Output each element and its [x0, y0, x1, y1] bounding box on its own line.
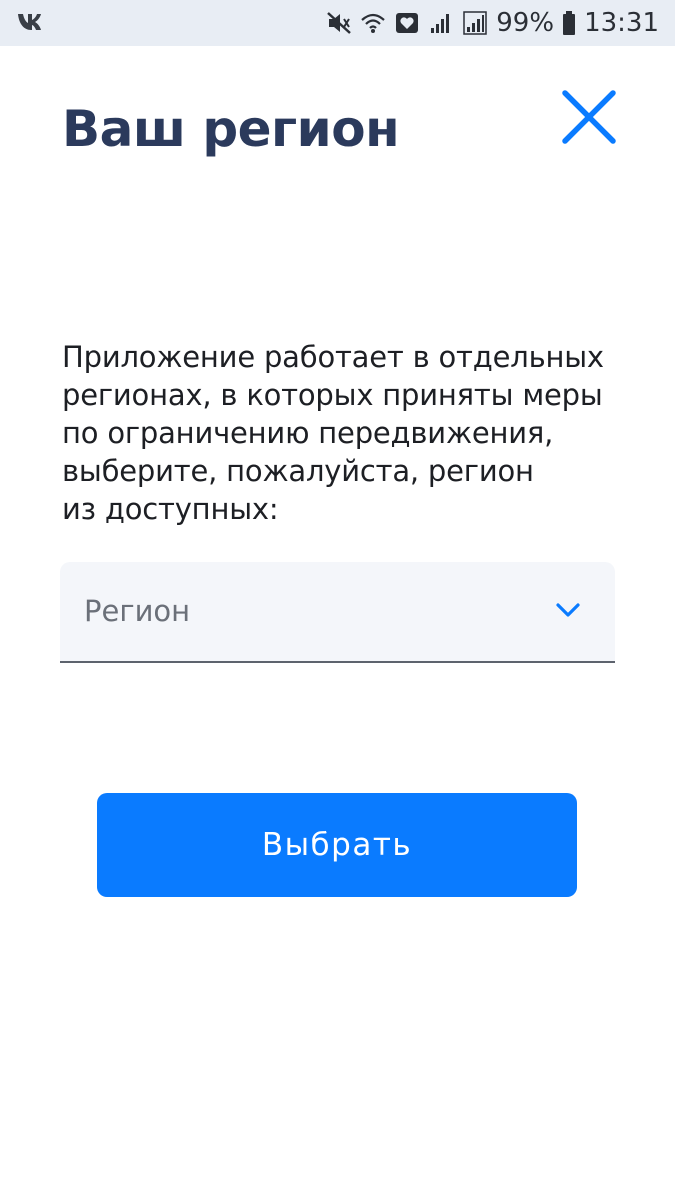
- region-select[interactable]: Регион: [60, 562, 615, 663]
- choose-button[interactable]: Выбрать: [97, 793, 577, 897]
- description-line: из доступных:: [62, 492, 279, 526]
- description-line: регионах, в которых приняты меры: [62, 378, 603, 412]
- description-line: Приложение работает в отдельных: [62, 340, 604, 374]
- description-line: по ограничению передвижения,: [62, 416, 554, 450]
- region-description: Приложение работает в отдельных регионах…: [62, 338, 622, 528]
- signal-icon: [428, 10, 454, 36]
- vk-icon: [16, 10, 46, 37]
- clock: 13:31: [584, 8, 659, 38]
- status-bar: 99% 13:31: [0, 0, 675, 46]
- wifi-icon: [360, 10, 386, 36]
- signal-icon: [462, 10, 488, 36]
- close-icon: [562, 90, 616, 144]
- chevron-down-icon: [556, 603, 580, 617]
- battery-percent: 99%: [496, 8, 555, 38]
- description-line: выберите, пожалуйста, регион: [62, 454, 534, 488]
- battery-icon: [562, 10, 576, 36]
- page-title: Ваш регион: [62, 100, 400, 158]
- mute-icon: [326, 10, 352, 36]
- close-button[interactable]: [560, 88, 618, 146]
- status-icons: 99% 13:31: [326, 0, 659, 46]
- heart-app-icon: [394, 10, 420, 36]
- region-select-placeholder: Регион: [84, 594, 191, 628]
